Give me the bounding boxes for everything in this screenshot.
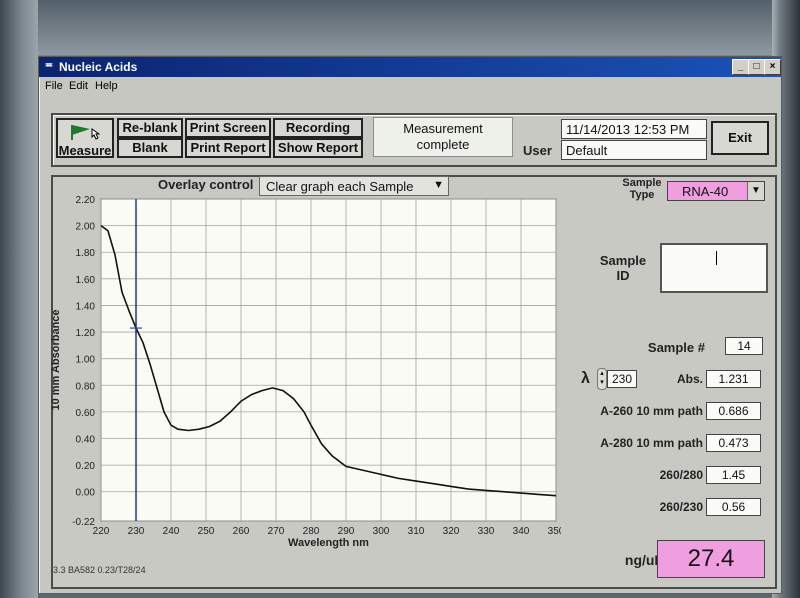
print-screen-button[interactable]: Print Screen (185, 118, 271, 138)
y-tick-label: 1.60 (76, 275, 96, 286)
lambda-symbol: λ (581, 370, 590, 387)
menu-edit[interactable]: Edit (69, 80, 88, 92)
x-tick-label: 240 (163, 526, 180, 537)
abs-field: 1.231 (706, 370, 761, 388)
x-tick-label: 300 (373, 526, 390, 537)
toolbar-panel: Measure Re-blank Blank Print Screen Prin… (51, 113, 777, 167)
menu-file[interactable]: File (45, 80, 63, 92)
sample-type-label-1: Sample (622, 177, 662, 189)
a280-field: 0.473 (706, 434, 761, 452)
x-tick-label: 340 (513, 526, 530, 537)
sample-number-label: Sample # (647, 340, 705, 355)
flag-icon (71, 125, 100, 140)
chevron-down-icon: ▼ (747, 182, 764, 200)
a260-field: 0.686 (706, 402, 761, 420)
y-tick-label: 2.00 (76, 222, 96, 233)
menu-bar: File Edit Help (39, 78, 781, 96)
sample-id-label-1: Sample (599, 253, 647, 268)
y-tick-label: 1.40 (76, 301, 96, 312)
app-window: ≖ Nucleic Acids _ □ × File Edit Help Mea… (38, 56, 782, 594)
y-axis-label: 10 mm Absorbance (50, 309, 62, 410)
close-button[interactable]: × (764, 59, 781, 75)
sample-type-label: Sample Type (613, 177, 671, 201)
footer-text: 3.3 BA582 0.23/T28/24 (53, 565, 146, 575)
minimize-button[interactable]: _ (732, 59, 749, 75)
sample-type-value: RNA-40 (682, 184, 729, 199)
y-tick-label: 0.00 (76, 488, 96, 499)
ratio-260-230-field: 0.56 (706, 498, 761, 516)
y-tick-label: 1.20 (76, 328, 96, 339)
user-label: User (523, 143, 552, 158)
measure-label: Measure (58, 143, 112, 158)
sample-type-select[interactable]: RNA-40 ▼ (667, 181, 765, 201)
concentration-label: ng/uL (624, 552, 663, 568)
y-tick-label: 0.60 (76, 408, 96, 419)
datetime-display: 11/14/2013 12:53 PM (561, 119, 707, 139)
text-cursor (716, 251, 717, 265)
wavelength-field[interactable]: 230 (607, 370, 637, 388)
a280-label: A-280 10 mm path (600, 436, 703, 450)
x-tick-label: 260 (233, 526, 250, 537)
recording-button[interactable]: Recording (273, 118, 363, 138)
y-tick-label: 0.80 (76, 381, 96, 392)
bezel-left (0, 0, 38, 598)
sample-id-field[interactable] (660, 243, 768, 293)
abs-label: Abs. (676, 372, 703, 386)
ratio-260-230-label: 260/230 (659, 500, 703, 514)
x-tick-label: 290 (338, 526, 355, 537)
measure-button[interactable]: Measure (56, 118, 114, 158)
bezel-top (0, 0, 800, 55)
x-tick-label: 350 (548, 526, 561, 537)
x-tick-label: 270 (268, 526, 285, 537)
x-tick-label: 220 (93, 526, 110, 537)
a260-label: A-260 10 mm path (600, 404, 703, 418)
sample-number-field: 14 (725, 337, 763, 355)
status-line-1: Measurement (403, 121, 483, 136)
window-title: Nucleic Acids (59, 60, 138, 74)
sample-id-label: Sample ID (593, 253, 653, 283)
y-tick-label: 1.80 (76, 248, 96, 259)
x-tick-label: 250 (198, 526, 215, 537)
wavelength-spinner[interactable]: ▴ ▾ (597, 368, 607, 390)
status-message: Measurement complete (373, 117, 513, 157)
menu-help[interactable]: Help (95, 80, 118, 92)
y-tick-label: 0.40 (76, 435, 96, 446)
exit-button[interactable]: Exit (711, 121, 769, 155)
x-tick-label: 330 (478, 526, 495, 537)
y-tick-label: 1.00 (76, 355, 96, 366)
title-bar[interactable]: ≖ Nucleic Acids _ □ × (39, 57, 781, 77)
sample-type-label-2: Type (629, 189, 655, 201)
y-tick-label: 0.20 (76, 461, 96, 472)
y-tick-label: 2.20 (76, 195, 96, 206)
x-axis-label: Wavelength nm (288, 537, 369, 549)
ratio-260-280-field: 1.45 (706, 466, 761, 484)
concentration-field: 27.4 (657, 540, 765, 578)
show-report-button[interactable]: Show Report (273, 138, 363, 158)
blank-button[interactable]: Blank (117, 138, 183, 158)
plot-area (100, 198, 557, 522)
status-line-2: complete (416, 137, 470, 152)
app-icon: ≖ (44, 60, 54, 71)
ratio-260-280-label: 260/280 (659, 468, 703, 482)
maximize-button[interactable]: □ (748, 59, 765, 75)
x-tick-label: 310 (408, 526, 425, 537)
sample-id-label-2: ID (616, 268, 630, 283)
reblank-button[interactable]: Re-blank (117, 118, 183, 138)
absorbance-chart: 2.20 2.00 1.80 1.60 1.40 1.20 1.00 0.80 0.60 0.40… (50, 195, 561, 549)
x-tick-label: 230 (128, 526, 145, 537)
print-report-button[interactable]: Print Report (185, 138, 271, 158)
x-tick-label: 320 (443, 526, 460, 537)
user-field[interactable]: Default (561, 140, 707, 160)
x-tick-label: 280 (303, 526, 320, 537)
